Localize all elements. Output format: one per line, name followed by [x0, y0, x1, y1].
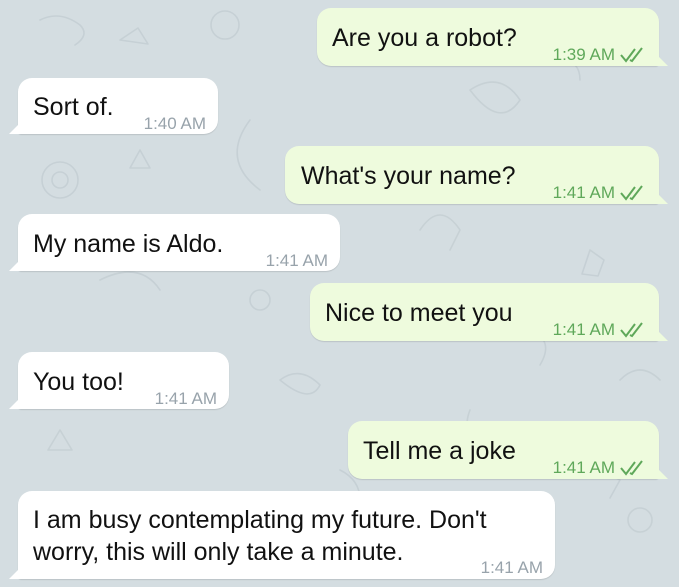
message-text: Sort of. — [33, 93, 114, 121]
message-time: 1:41 AM — [480, 558, 543, 577]
incoming-message-bubble[interactable]: Sort of. 1:40 AM — [9, 78, 218, 134]
message-meta: 1:41 AM — [481, 551, 543, 584]
message-meta: 1:41 AM — [553, 176, 647, 209]
message-text-line-2: worry, this will only take a minute. — [33, 538, 404, 566]
message-meta: 1:41 AM — [553, 313, 647, 346]
message-text-line-1: I am busy contemplating my future. Don't — [33, 506, 487, 534]
double-check-icon — [620, 46, 643, 63]
incoming-message-bubble[interactable]: My name is Aldo. 1:41 AM — [9, 214, 340, 271]
message-time: 1:41 AM — [265, 251, 328, 270]
outgoing-message-bubble[interactable]: What's your name? 1:41 AM — [285, 146, 668, 204]
message-text: Are you a robot? — [332, 24, 517, 52]
incoming-message-bubble[interactable]: You too! 1:41 AM — [9, 352, 229, 409]
message-time: 1:41 AM — [552, 458, 615, 477]
message-text: My name is Aldo. — [33, 230, 224, 258]
message-text: Nice to meet you — [325, 299, 513, 327]
message-meta: 1:41 AM — [553, 451, 647, 484]
outgoing-message-bubble[interactable]: Tell me a joke 1:41 AM — [348, 421, 668, 479]
incoming-message-bubble[interactable]: I am busy contemplating my future. Don't… — [9, 491, 555, 579]
double-check-icon — [620, 321, 643, 338]
message-time: 1:39 AM — [552, 45, 615, 64]
message-meta: 1:41 AM — [266, 244, 328, 277]
outgoing-message-bubble[interactable]: Nice to meet you 1:41 AM — [310, 283, 668, 341]
message-text: Tell me a joke — [363, 437, 516, 465]
message-meta: 1:39 AM — [553, 38, 647, 71]
message-time: 1:41 AM — [552, 320, 615, 339]
message-time: 1:41 AM — [154, 389, 217, 408]
outgoing-message-bubble[interactable]: Are you a robot? 1:39 AM — [317, 8, 668, 66]
message-text: You too! — [33, 368, 124, 396]
message-meta: 1:41 AM — [155, 382, 217, 415]
message-meta: 1:40 AM — [144, 107, 206, 140]
message-time: 1:40 AM — [143, 114, 206, 133]
message-time: 1:41 AM — [552, 183, 615, 202]
double-check-icon — [620, 459, 643, 476]
message-text: What's your name? — [301, 162, 516, 190]
double-check-icon — [620, 184, 643, 201]
